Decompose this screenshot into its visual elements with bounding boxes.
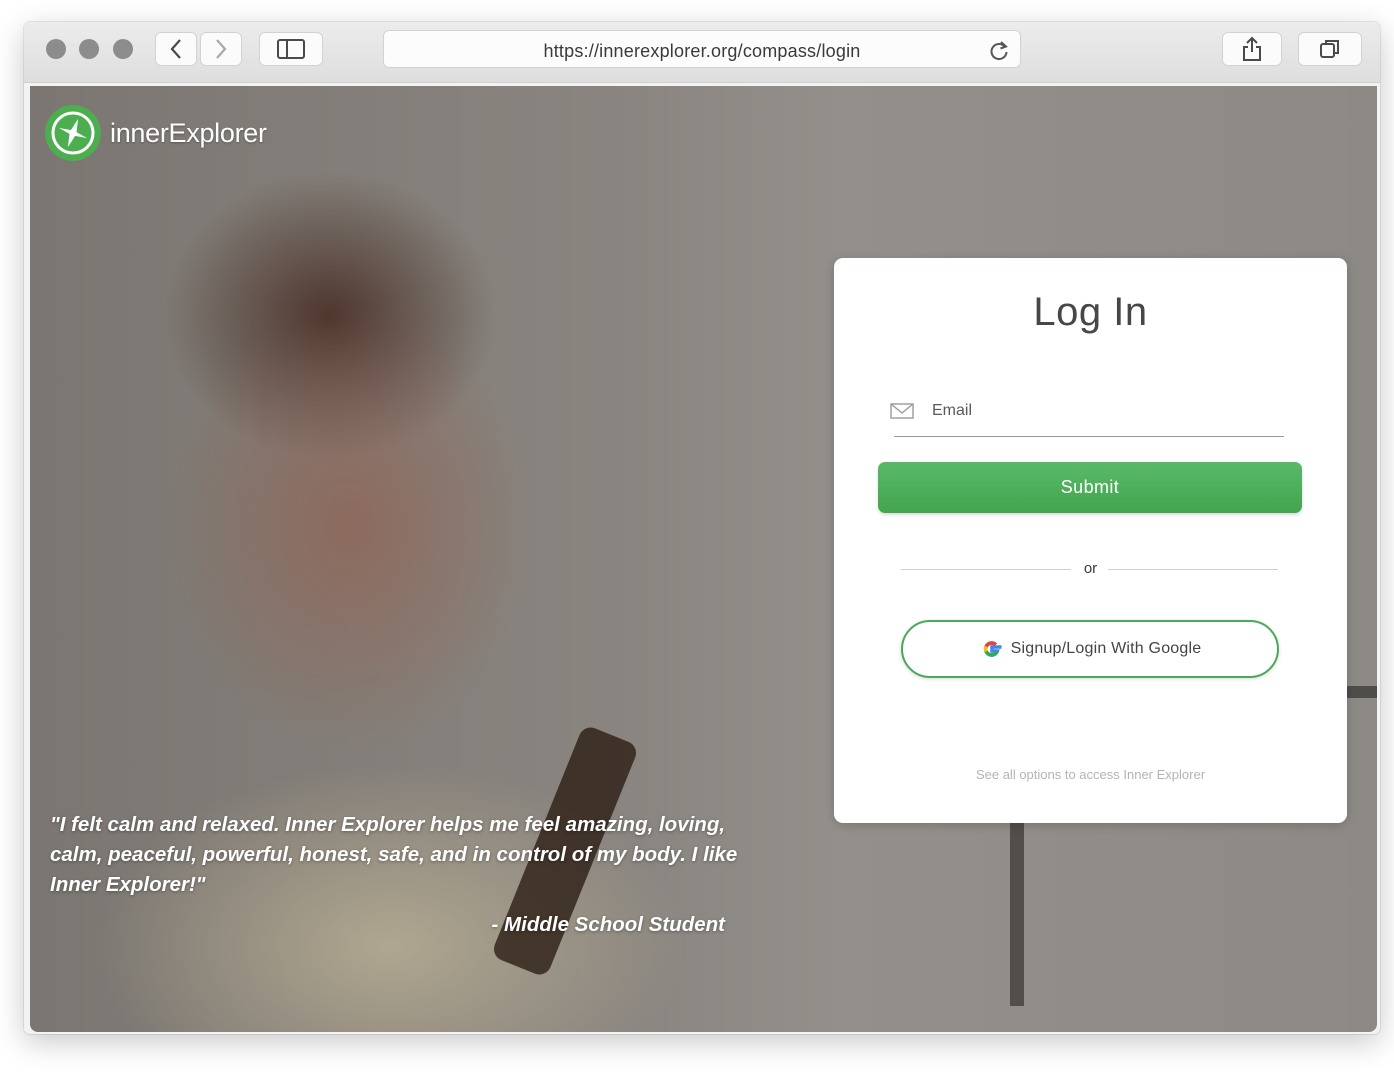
brand-logo[interactable]: innerExplorer xyxy=(44,104,267,162)
email-input[interactable] xyxy=(930,392,1274,430)
login-title: Log In xyxy=(1033,290,1148,334)
or-divider-right xyxy=(1108,569,1278,570)
address-bar-url: https://innerexplorer.org/compass/login xyxy=(543,41,861,61)
forward-button[interactable] xyxy=(200,32,242,66)
chevron-left-icon xyxy=(170,39,181,59)
submit-button[interactable]: Submit xyxy=(878,462,1302,513)
login-page: innerExplorer "I felt calm and relaxed. … xyxy=(30,86,1377,1032)
testimonial-attribution: - Middle School Student xyxy=(491,913,725,936)
tabs-icon xyxy=(1320,40,1339,58)
browser-window: https://innerexplorer.org/compass/login … xyxy=(24,22,1380,1034)
access-options-link[interactable]: See all options to access Inner Explorer xyxy=(834,767,1347,782)
google-login-button[interactable]: Signup/Login With Google xyxy=(901,620,1279,678)
testimonial-quote: "I felt calm and relaxed. Inner Explorer… xyxy=(50,813,738,896)
share-button[interactable] xyxy=(1222,32,1282,66)
login-card: Log In Submit or Signup/Login With Googl… xyxy=(834,258,1347,823)
chevron-right-icon xyxy=(216,39,227,59)
address-bar[interactable]: https://innerexplorer.org/compass/login xyxy=(383,30,1021,68)
zoom-window-button[interactable] xyxy=(113,39,133,59)
email-field-row xyxy=(890,392,1284,437)
google-icon xyxy=(983,641,1002,657)
compass-icon xyxy=(45,105,101,161)
browser-toolbar: https://innerexplorer.org/compass/login xyxy=(24,22,1380,83)
reload-icon[interactable] xyxy=(988,39,1010,61)
envelope-icon xyxy=(890,403,914,419)
minimize-window-button[interactable] xyxy=(79,39,99,59)
brand-name: innerExplorer xyxy=(110,117,267,148)
google-login-label: Signup/Login With Google xyxy=(1010,640,1202,657)
tabs-button[interactable] xyxy=(1298,32,1362,66)
sidebar-icon xyxy=(277,39,305,59)
close-window-button[interactable] xyxy=(46,39,66,59)
sidebar-button[interactable] xyxy=(259,32,323,66)
back-button[interactable] xyxy=(155,32,197,66)
share-icon xyxy=(1243,36,1261,61)
